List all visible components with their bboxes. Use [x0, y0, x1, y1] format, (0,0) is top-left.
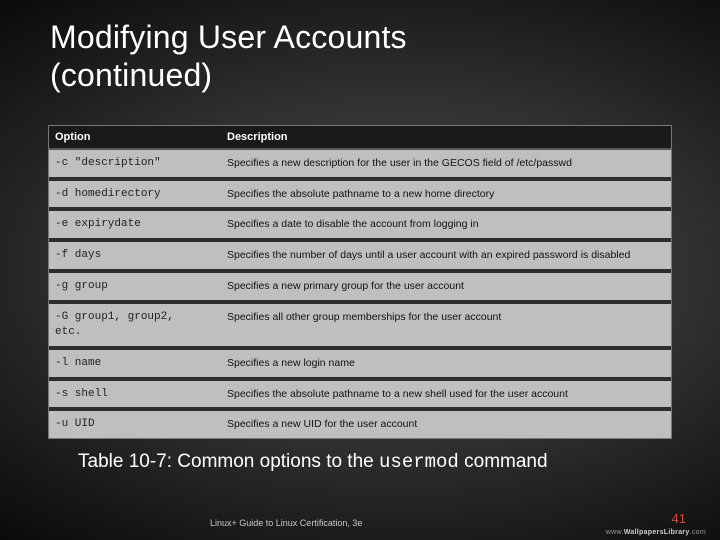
opt-cell: -l name [49, 350, 221, 377]
desc-cell: Specifies all other group memberships fo… [221, 304, 671, 346]
table-caption: Table 10-7: Common options to the usermo… [50, 451, 680, 473]
opt-cell: -e expirydate [49, 211, 221, 238]
desc-cell: Specifies the absolute pathname to a new… [221, 381, 671, 408]
opt-cell: -G group1, group2, etc. [49, 304, 221, 346]
table-row: -c "description" Specifies a new descrip… [49, 149, 671, 177]
watermark-c: Library [664, 529, 690, 536]
watermark-a: www. [606, 529, 624, 536]
caption-prefix: Table 10-7: Common options to the [78, 451, 379, 472]
opt-cell: -c "description" [49, 149, 221, 177]
desc-cell: Specifies the absolute pathname to a new… [221, 181, 671, 208]
footer-source: Linux+ Guide to Linux Certification, 3e [210, 518, 362, 528]
watermark-d: .com [690, 529, 706, 536]
desc-cell: Specifies a date to disable the account … [221, 211, 671, 238]
opt-cell: -u UID [49, 411, 221, 438]
table-row: -u UID Specifies a new UID for the user … [49, 411, 671, 438]
table-row: -g group Specifies a new primary group f… [49, 273, 671, 300]
opt-cell: -f days [49, 242, 221, 269]
table-row: -e expirydate Specifies a date to disabl… [49, 211, 671, 238]
title-line-2: (continued) [50, 57, 212, 93]
options-table-container: Option Description -c "description" Spec… [48, 125, 672, 439]
table-row: -G group1, group2, etc. Specifies all ot… [49, 304, 671, 346]
slide: Modifying User Accounts (continued) Opti… [0, 0, 720, 540]
opt-cell: -d homedirectory [49, 181, 221, 208]
desc-cell: Specifies a new description for the user… [221, 149, 671, 177]
table-row: -d homedirectory Specifies the absolute … [49, 181, 671, 208]
table-row: -s shell Specifies the absolute pathname… [49, 381, 671, 408]
desc-cell: Specifies a new login name [221, 350, 671, 377]
desc-cell: Specifies a new UID for the user account [221, 411, 671, 438]
col-option-header: Option [49, 126, 221, 149]
table-header-row: Option Description [49, 126, 671, 149]
slide-title: Modifying User Accounts (continued) [50, 18, 680, 95]
desc-cell: Specifies a new primary group for the us… [221, 273, 671, 300]
desc-cell: Specifies the number of days until a use… [221, 242, 671, 269]
options-table: Option Description -c "description" Spec… [49, 126, 671, 438]
watermark: www.WallpapersLibrary.com [606, 529, 706, 536]
table-row: -l name Specifies a new login name [49, 350, 671, 377]
table-row: -f days Specifies the number of days unt… [49, 242, 671, 269]
col-description-header: Description [221, 126, 671, 149]
watermark-b: Wallpapers [624, 529, 664, 536]
caption-cmd: usermod [379, 451, 459, 473]
page-number: 41 [672, 511, 686, 526]
title-line-1: Modifying User Accounts [50, 19, 407, 55]
opt-cell: -s shell [49, 381, 221, 408]
opt-cell: -g group [49, 273, 221, 300]
caption-suffix: command [459, 451, 548, 472]
